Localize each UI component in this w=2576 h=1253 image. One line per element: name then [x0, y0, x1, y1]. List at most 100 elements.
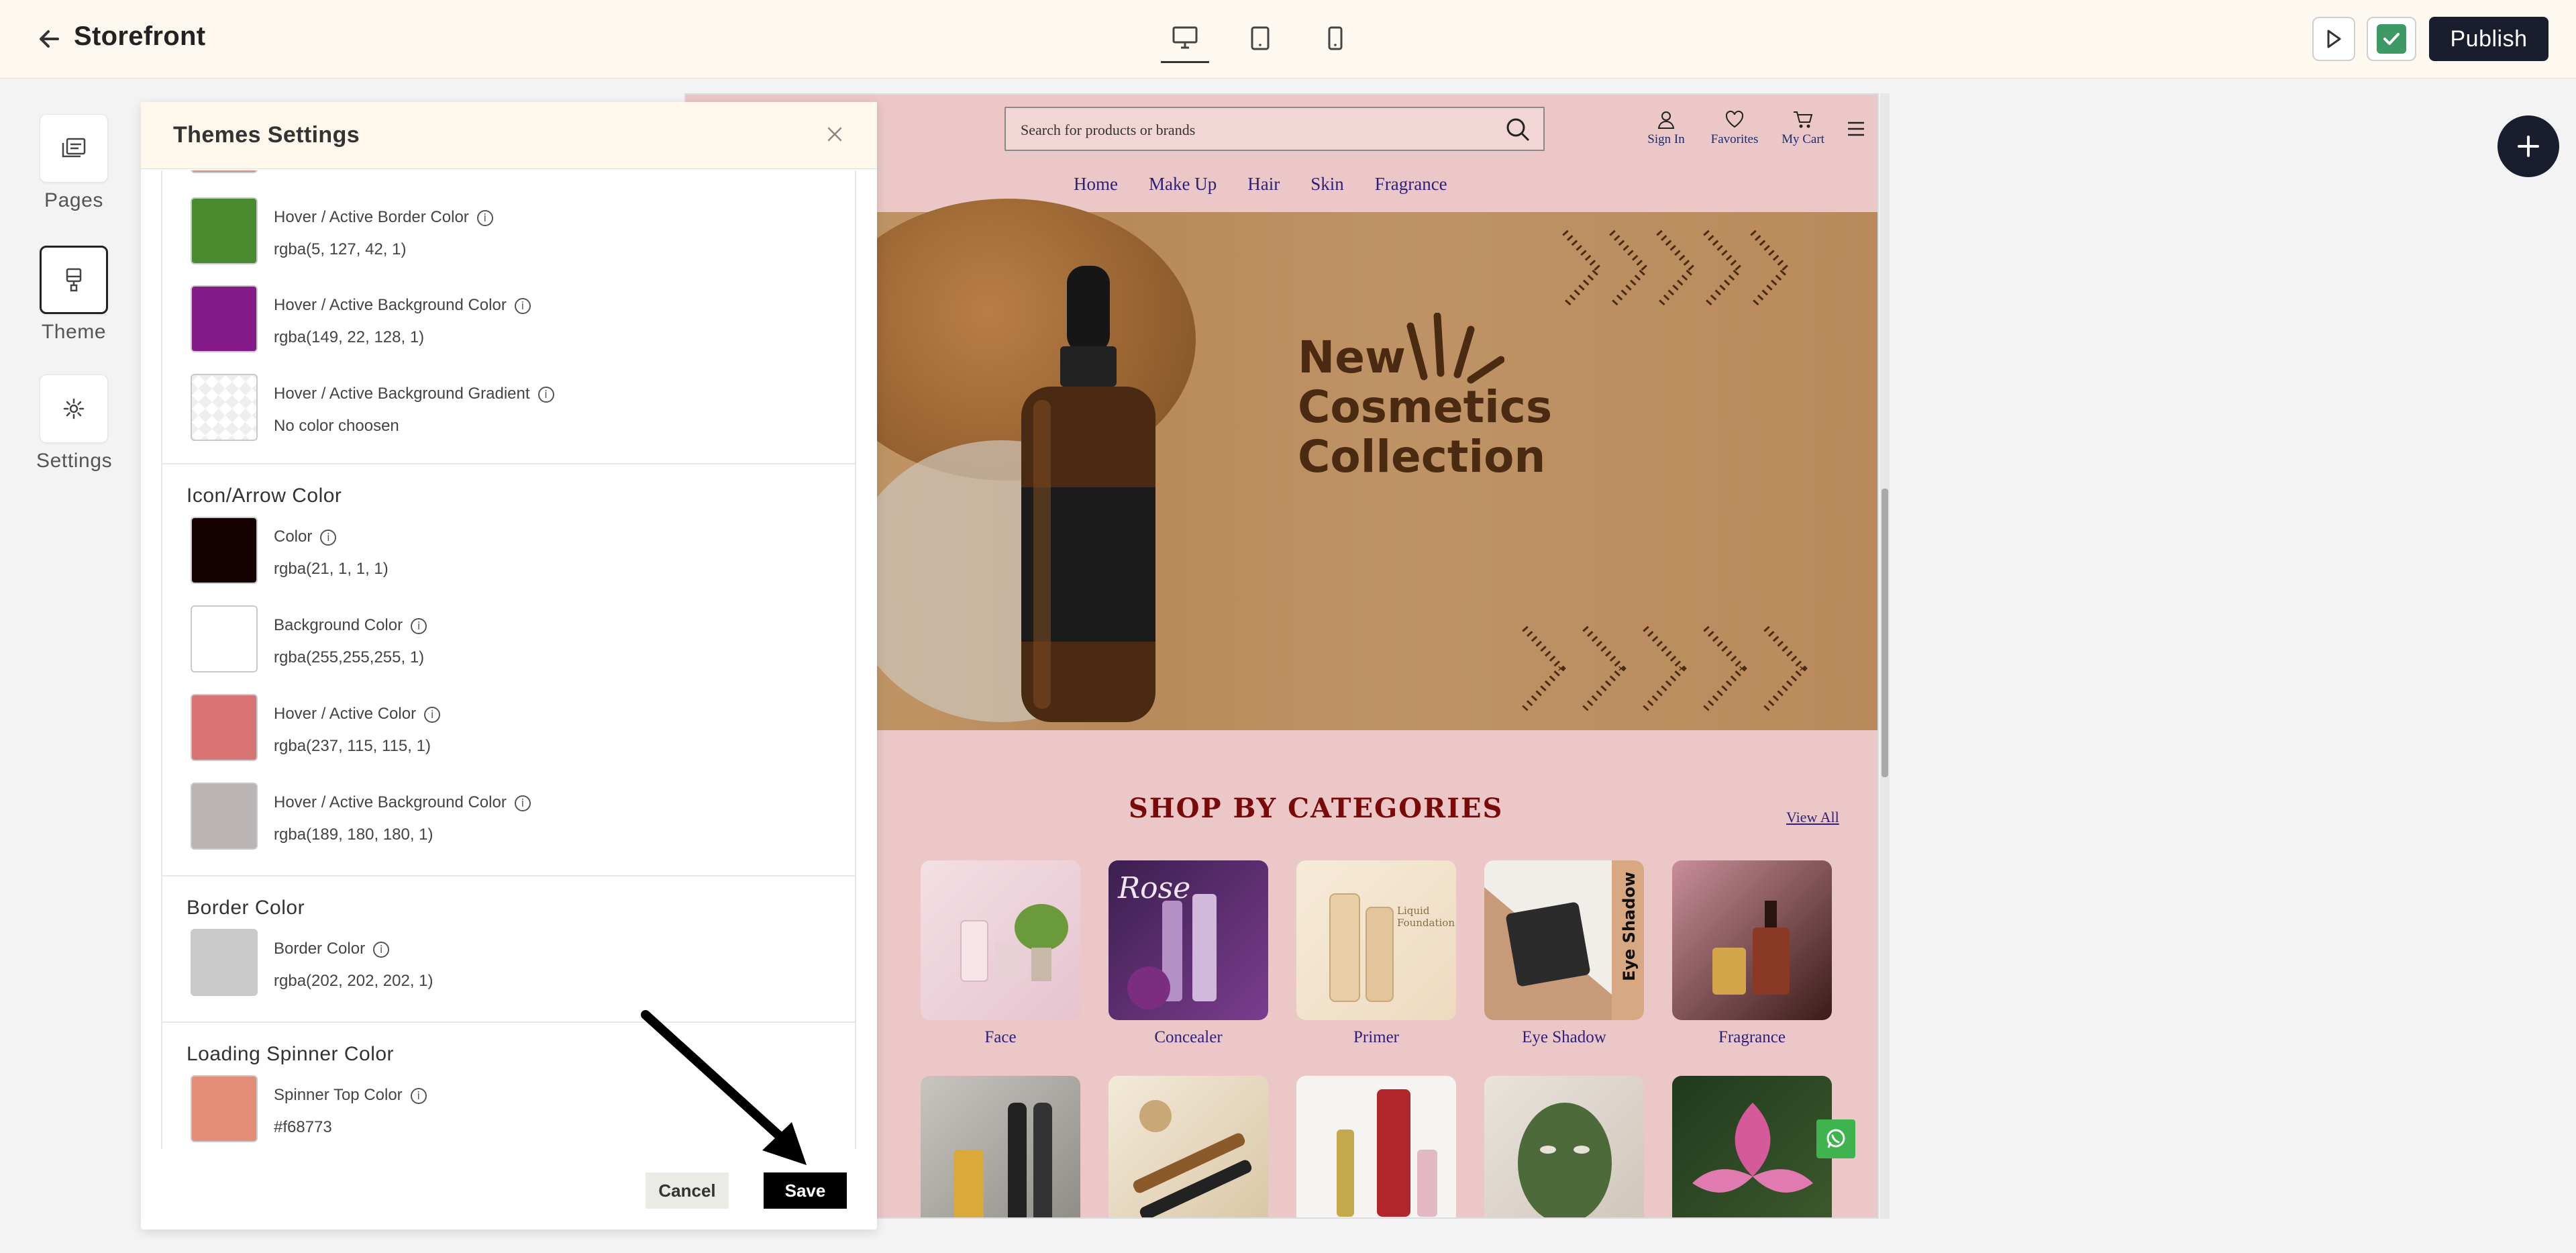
pages-icon — [40, 114, 108, 183]
category-card[interactable] — [1672, 1076, 1832, 1217]
color-value: rgba(237, 115, 115, 1) — [274, 737, 431, 755]
whatsapp-icon[interactable] — [1816, 1119, 1855, 1158]
nav-skin[interactable]: Skin — [1310, 174, 1344, 195]
heart-icon — [1725, 110, 1744, 128]
preview-header-icons: Sign In Favorites My Cart — [1632, 109, 1837, 147]
info-icon[interactable]: i — [320, 529, 337, 546]
favorites-label: Favorites — [1710, 132, 1759, 146]
app-title: Storefront — [74, 21, 206, 51]
my-cart-label: My Cart — [1782, 132, 1824, 146]
hero-serum-bottle — [1021, 266, 1155, 722]
preview-play-button[interactable] — [2312, 17, 2355, 61]
annotation-arrow-icon — [641, 1010, 807, 1165]
info-icon[interactable]: i — [424, 706, 441, 723]
rail-item-theme[interactable]: Theme — [36, 246, 111, 344]
desktop-view-icon[interactable] — [1161, 20, 1209, 63]
color-swatch[interactable] — [191, 929, 258, 996]
color-swatch[interactable] — [191, 1075, 258, 1142]
color-swatch[interactable] — [191, 517, 258, 584]
auto-save-toggle[interactable] — [2367, 17, 2416, 61]
info-icon[interactable]: i — [514, 297, 531, 314]
gear-icon — [40, 374, 108, 443]
category-label: Eye Shadow — [1522, 1028, 1606, 1046]
category-row — [921, 1076, 1832, 1217]
view-all-link[interactable]: View All — [1786, 809, 1839, 826]
color-value: #f68773 — [274, 1118, 332, 1136]
color-setting-label: Hover / Active Border Color i — [274, 208, 493, 227]
category-card-fragrance[interactable]: Fragrance — [1672, 860, 1832, 1047]
category-image: Liquid Foundation — [1296, 860, 1456, 1020]
rail-label-theme: Theme — [41, 321, 107, 343]
publish-button[interactable]: Publish — [2429, 17, 2548, 61]
rail-item-pages[interactable]: Pages — [36, 114, 111, 212]
category-image — [1672, 1076, 1832, 1217]
preview-search-placeholder: Search for products or brands — [1021, 121, 1196, 138]
theme-brush-icon — [40, 246, 108, 314]
section-title-spinner-color: Loading Spinner Color — [187, 1043, 395, 1065]
preview-scroll-thumb[interactable] — [1882, 489, 1888, 777]
user-icon — [1657, 111, 1675, 129]
info-icon[interactable]: i — [514, 795, 531, 811]
shop-by-categories-title: SHOP BY CATEGORIES — [1129, 793, 1504, 824]
category-card-face[interactable]: Face — [921, 860, 1080, 1047]
category-card[interactable] — [1484, 1076, 1644, 1217]
category-image — [1296, 1076, 1456, 1217]
category-row: Face Rose Concealer Liquid Foundation Pri… — [921, 860, 1832, 1047]
category-card[interactable] — [1109, 1076, 1268, 1217]
mobile-view-icon[interactable] — [1311, 20, 1359, 63]
section-title-icon-color: Icon/Arrow Color — [187, 485, 342, 507]
color-setting-label: Hover / Active Color i — [274, 705, 441, 723]
info-icon[interactable]: i — [476, 209, 493, 226]
color-swatch[interactable] — [191, 783, 258, 850]
category-image — [1484, 1076, 1644, 1217]
color-value: rgba(5, 127, 42, 1) — [274, 240, 407, 258]
info-icon[interactable]: i — [411, 617, 427, 634]
sign-in-label: Sign In — [1647, 132, 1685, 146]
category-label: Primer — [1353, 1028, 1400, 1046]
tablet-view-icon[interactable] — [1236, 20, 1284, 63]
favorites-link[interactable]: Favorites — [1700, 109, 1769, 147]
panel-scroll-area[interactable]: Hover / Active Border Color i rgba(5, 127… — [161, 170, 856, 1149]
color-swatch[interactable] — [191, 197, 258, 264]
color-value: rgba(202, 202, 202, 1) — [274, 972, 433, 990]
sign-in-link[interactable]: Sign In — [1632, 109, 1700, 147]
section-divider — [162, 875, 855, 876]
panel-title: Themes Settings — [173, 122, 360, 148]
info-icon[interactable]: i — [410, 1087, 427, 1104]
category-card-eye-shadow[interactable]: Eye Shadow Eye Shadow — [1484, 860, 1644, 1047]
nav-make-up[interactable]: Make Up — [1149, 174, 1217, 195]
color-swatch[interactable] — [191, 170, 258, 173]
nav-fragrance[interactable]: Fragrance — [1375, 174, 1447, 195]
svg-text:Rose: Rose — [1117, 871, 1190, 905]
decorative-chevrons — [1522, 625, 1808, 711]
panel-header: Themes Settings — [141, 102, 877, 169]
info-icon[interactable]: i — [537, 386, 554, 403]
category-image — [921, 860, 1080, 1020]
device-switcher — [1161, 20, 1359, 63]
category-card[interactable] — [921, 1076, 1080, 1217]
rail-item-settings[interactable]: Settings — [36, 374, 112, 472]
plus-icon — [2518, 136, 2539, 157]
info-icon[interactable]: i — [373, 941, 390, 958]
hero-title: New Cosmetics Collection — [1298, 333, 1552, 482]
color-swatch[interactable] — [191, 605, 258, 672]
color-swatch[interactable] — [191, 694, 258, 761]
category-card-concealer[interactable]: Rose Concealer — [1109, 860, 1268, 1047]
color-swatch[interactable] — [191, 374, 258, 441]
hamburger-menu-icon[interactable] — [1847, 120, 1865, 138]
nav-hair[interactable]: Hair — [1247, 174, 1280, 195]
color-value: rgba(255,255,255, 1) — [274, 648, 425, 666]
nav-home[interactable]: Home — [1074, 174, 1118, 195]
preview-search-bar[interactable]: Search for products or brands — [1004, 107, 1545, 151]
color-value: rgba(21, 1, 1, 1) — [274, 560, 389, 578]
category-card[interactable] — [1296, 1076, 1456, 1217]
category-card-primer[interactable]: Liquid Foundation Primer — [1296, 860, 1456, 1047]
close-icon[interactable] — [825, 125, 844, 144]
play-icon — [2327, 30, 2341, 48]
my-cart-link[interactable]: My Cart — [1769, 109, 1837, 147]
back-arrow-icon[interactable] — [35, 24, 64, 54]
category-label: Concealer — [1154, 1028, 1223, 1046]
color-swatch[interactable] — [191, 285, 258, 352]
color-setting-label: Hover / Active Background Color i — [274, 793, 531, 812]
add-element-button[interactable] — [2497, 115, 2559, 177]
